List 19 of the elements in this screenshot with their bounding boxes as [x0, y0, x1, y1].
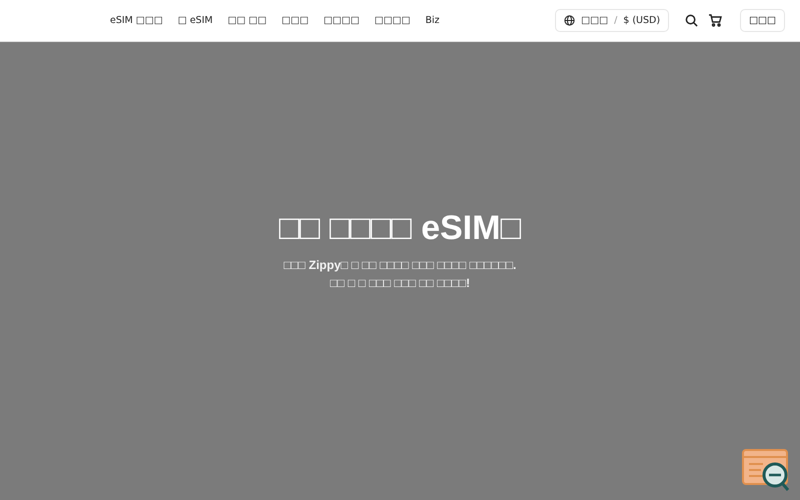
- locale-selector[interactable]: □□□ / $ (USD): [555, 9, 670, 32]
- hero-title: □□ □□□□ eSIM□: [278, 208, 521, 248]
- currency-label: $ (USD): [623, 15, 660, 26]
- nav-link[interactable]: □□ □□: [228, 15, 267, 26]
- nav-link[interactable]: □□□: [282, 15, 309, 26]
- hero-subtitle: □□□ Zippy□ □ □□ □□□□ □□□ □□□□ □□□□□□.: [284, 258, 516, 272]
- nav-link[interactable]: □ eSIM: [178, 15, 213, 26]
- login-button[interactable]: □□□: [740, 9, 785, 32]
- nav-link[interactable]: □□□□: [374, 15, 410, 26]
- cart-icon[interactable]: [708, 14, 722, 27]
- nav-link[interactable]: Biz: [425, 15, 440, 26]
- nav-link[interactable]: eSIM □□□: [110, 15, 163, 26]
- hero-subtitle: □□ □ □ □□□ □□□ □□ □□□□!: [330, 276, 470, 290]
- support-widget-icon[interactable]: [741, 446, 791, 492]
- globe-icon: [564, 15, 576, 26]
- language-label: □□□: [581, 15, 608, 26]
- nav-link[interactable]: □□□□: [324, 15, 360, 26]
- search-icon[interactable]: [685, 14, 698, 27]
- separator: /: [614, 15, 618, 26]
